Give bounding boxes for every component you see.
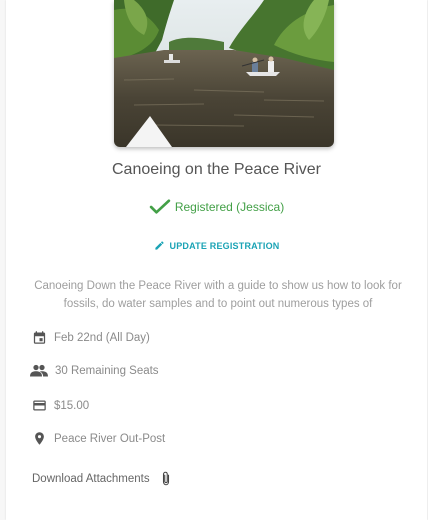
check-icon — [149, 199, 171, 214]
download-attachments: Download Attachments — [32, 471, 172, 486]
event-card: Canoeing on the Peace River Registered (… — [6, 0, 427, 520]
event-location: Peace River Out-Post — [32, 431, 165, 446]
event-seats-text: 30 Remaining Seats — [55, 364, 159, 377]
event-date-text: Feb 22nd (All Day) — [54, 331, 150, 344]
calendar-icon — [33, 331, 46, 344]
people-icon — [30, 364, 48, 377]
event-location-text: Peace River Out-Post — [54, 432, 166, 445]
event-seats: 30 Remaining Seats — [30, 364, 159, 377]
pencil-icon — [154, 241, 164, 250]
credit-card-icon — [33, 400, 46, 411]
event-price: $15.00 — [32, 398, 89, 413]
paperclip-icon[interactable] — [160, 471, 172, 486]
registration-status: Registered (Jessica) — [6, 199, 427, 215]
event-title: Canoeing on the Peace River — [111, 161, 322, 178]
update-registration-label: UPDATE REGISTRATION — [169, 240, 280, 251]
event-photo — [114, 0, 334, 147]
event-date: Feb 22nd (All Day) — [32, 330, 150, 345]
registration-status-text: Registered (Jessica) — [174, 200, 285, 214]
location-pin-icon — [35, 432, 44, 445]
event-price-text: $15.00 — [54, 399, 90, 412]
event-description: Canoeing Down the Peace River with a gui… — [34, 280, 402, 310]
download-attachments-label: Download Attachments — [32, 472, 150, 485]
update-registration-button[interactable]: UPDATE REGISTRATION — [6, 240, 427, 251]
